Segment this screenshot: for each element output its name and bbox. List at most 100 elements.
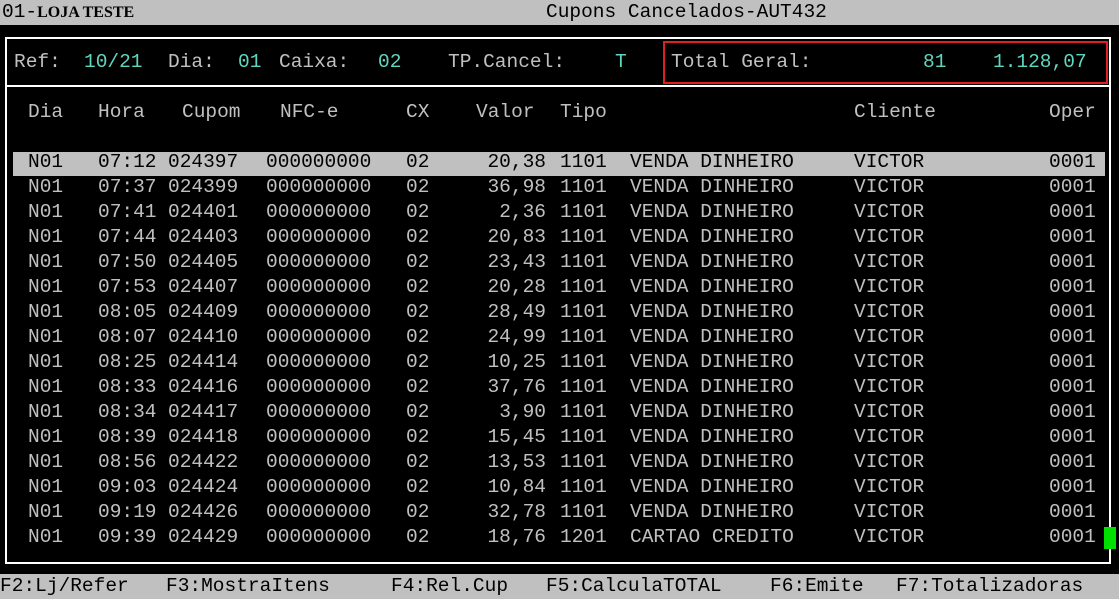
table-row[interactable]: N01 07:12 024397 000000000 02 20,38 1101 VENDA …: [0, 151, 1119, 176]
col-valor: Valor: [476, 101, 535, 123]
tpcancel-label: TP.Cancel:: [448, 51, 566, 73]
screen-title: Cupons Cancelados-AUT432: [546, 1, 827, 23]
cell-hora: 07:12: [98, 151, 157, 173]
cell-dia: N01: [28, 251, 64, 273]
cell-valor: 23,43: [487, 251, 546, 273]
total-geral-label: Total Geral:: [671, 51, 812, 73]
cell-tipo: 1101: [560, 176, 607, 198]
cell-dia: N01: [28, 176, 64, 198]
cell-dia: N01: [28, 501, 64, 523]
cell-valor: 20,83: [487, 226, 546, 248]
table-row[interactable]: N01 07:37 024399 000000000 02 36,98 1101 VENDA …: [0, 176, 1119, 201]
fkey-f3[interactable]: F3:MostraItens: [166, 575, 330, 597]
cell-cupom: 024407: [168, 276, 239, 298]
cell-oper: 0001: [1049, 251, 1096, 273]
cell-cx: 02: [406, 276, 430, 298]
table-row[interactable]: N01 08:07 024410 000000000 02 24,99 1101 VENDA …: [0, 326, 1119, 351]
cell-hora: 08:33: [98, 376, 157, 398]
cell-dia: N01: [28, 476, 64, 498]
cell-cupom: 024405: [168, 251, 239, 273]
cell-oper: 0001: [1049, 376, 1096, 398]
table-row[interactable]: N01 08:33 024416 000000000 02 37,76 1101 VENDA …: [0, 376, 1119, 401]
cell-valor: 36,98: [487, 176, 546, 198]
cell-cupom: 024422: [168, 451, 239, 473]
fkey-f6[interactable]: F6:Emite: [770, 575, 864, 597]
cell-cupom: 024403: [168, 226, 239, 248]
cell-dia: N01: [28, 526, 64, 548]
cell-valor: 3,90: [499, 401, 546, 423]
cell-cupom: 024414: [168, 351, 239, 373]
cell-cupom: 024418: [168, 426, 239, 448]
cell-cliente: VICTOR: [854, 276, 925, 298]
cell-cliente: VICTOR: [854, 201, 925, 223]
cell-tipo: 1101: [560, 276, 607, 298]
cell-valor: 18,76: [487, 526, 546, 548]
cell-cliente: VICTOR: [854, 426, 925, 448]
table-row[interactable]: N01 07:41 024401 000000000 02 2,36 1101 VENDA D…: [0, 201, 1119, 226]
caixa-value[interactable]: 02: [378, 51, 401, 73]
cell-tipo: 1101: [560, 401, 607, 423]
cell-cliente: VICTOR: [854, 526, 925, 548]
cell-cliente: VICTOR: [854, 476, 925, 498]
table-row[interactable]: N01 08:05 024409 000000000 02 28,49 1101 VENDA …: [0, 301, 1119, 326]
cell-dia: N01: [28, 151, 64, 173]
table-row[interactable]: N01 08:56 024422 000000000 02 13,53 1101 VENDA …: [0, 451, 1119, 476]
table-row[interactable]: N01 07:44 024403 000000000 02 20,83 1101 VENDA …: [0, 226, 1119, 251]
cell-oper: 0001: [1049, 176, 1096, 198]
cell-valor: 32,78: [487, 501, 546, 523]
cell-dia: N01: [28, 326, 64, 348]
cell-hora: 08:56: [98, 451, 157, 473]
ref-label: Ref:: [14, 51, 61, 73]
table-row[interactable]: N01 08:39 024418 000000000 02 15,45 1101 VENDA …: [0, 426, 1119, 451]
cell-cupom: 024401: [168, 201, 239, 223]
cell-valor: 10,25: [487, 351, 546, 373]
table-row[interactable]: N01 08:25 024414 000000000 02 10,25 1101 VENDA …: [0, 351, 1119, 376]
cell-cx: 02: [406, 301, 430, 323]
fkey-f7[interactable]: F7:Totalizadoras: [896, 575, 1083, 597]
cell-dia: N01: [28, 226, 64, 248]
cell-nfce: 000000000: [266, 401, 372, 423]
cell-oper: 0001: [1049, 426, 1096, 448]
tpcancel-value[interactable]: T: [615, 51, 627, 73]
table-row[interactable]: N01 09:19 024426 000000000 02 32,78 1101 VENDA …: [0, 501, 1119, 526]
cell-dia: N01: [28, 451, 64, 473]
cell-hora: 07:53: [98, 276, 157, 298]
cell-tipo: 1201: [560, 526, 607, 548]
total-value: 1.128,07: [993, 51, 1087, 73]
cell-cliente: VICTOR: [854, 176, 925, 198]
caixa-label: Caixa:: [279, 51, 350, 73]
cell-dia: N01: [28, 401, 64, 423]
cell-desc: VENDA DINHEIRO: [630, 401, 794, 423]
table-row[interactable]: N01 09:03 024424 000000000 02 10,84 1101 VENDA …: [0, 476, 1119, 501]
cell-hora: 09:39: [98, 526, 157, 548]
cell-desc: CARTAO CREDITO: [630, 526, 794, 548]
cell-cx: 02: [406, 226, 430, 248]
cell-oper: 0001: [1049, 301, 1096, 323]
col-dia: Dia: [28, 101, 64, 123]
cell-cupom: 024429: [168, 526, 239, 548]
cell-dia: N01: [28, 301, 64, 323]
cell-desc: VENDA DINHEIRO: [630, 376, 794, 398]
cell-tipo: 1101: [560, 501, 607, 523]
table-row[interactable]: N01 07:50 024405 000000000 02 23,43 1101 VENDA …: [0, 251, 1119, 276]
cell-valor: 37,76: [487, 376, 546, 398]
cell-oper: 0001: [1049, 351, 1096, 373]
table-row[interactable]: N01 09:39 024429 000000000 02 18,76 1201 CARTAO…: [0, 526, 1119, 551]
fkey-f4[interactable]: F4:Rel.Cup: [391, 575, 508, 597]
cell-dia: N01: [28, 376, 64, 398]
cell-cx: 02: [406, 501, 430, 523]
table-row[interactable]: N01 07:53 024407 000000000 02 20,28 1101 VENDA …: [0, 276, 1119, 301]
cell-cx: 02: [406, 476, 430, 498]
cell-cx: 02: [406, 326, 430, 348]
ref-value[interactable]: 10/21: [84, 51, 143, 73]
cell-nfce: 000000000: [266, 476, 372, 498]
col-cx: CX: [406, 101, 430, 123]
fkey-f2[interactable]: F2:Lj/Refer: [0, 575, 129, 597]
cell-oper: 0001: [1049, 326, 1096, 348]
cell-oper: 0001: [1049, 476, 1096, 498]
cell-valor: 28,49: [487, 301, 546, 323]
table-row[interactable]: N01 08:34 024417 000000000 02 3,90 1101 VENDA D…: [0, 401, 1119, 426]
dia-value[interactable]: 01: [238, 51, 261, 73]
fkey-f5[interactable]: F5:CalculaTOTAL: [546, 575, 722, 597]
cell-desc: VENDA DINHEIRO: [630, 476, 794, 498]
